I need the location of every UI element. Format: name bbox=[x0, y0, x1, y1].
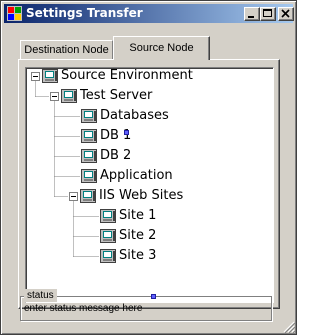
resize-grip-icon[interactable] bbox=[283, 321, 295, 333]
collapse-toggle-icon[interactable] bbox=[50, 92, 59, 101]
tree-node-label[interactable]: Test Server bbox=[80, 88, 152, 104]
focus-marker bbox=[124, 130, 129, 135]
collapse-toggle-icon[interactable] bbox=[69, 192, 78, 201]
title-bar[interactable]: Settings Transfer bbox=[4, 4, 294, 23]
computer-node-icon bbox=[100, 249, 116, 263]
minimize-button[interactable] bbox=[244, 7, 260, 21]
collapse-toggle-icon[interactable] bbox=[31, 72, 40, 81]
app-icon bbox=[7, 6, 22, 21]
maximize-button[interactable] bbox=[260, 7, 276, 21]
tree-node-label[interactable]: DB 2 bbox=[100, 148, 131, 164]
tab-destination-node[interactable]: Destination Node bbox=[20, 40, 113, 60]
computer-node-icon bbox=[100, 229, 116, 243]
computer-node-icon bbox=[80, 189, 96, 203]
tree-node-label[interactable]: Application bbox=[100, 168, 173, 184]
computer-node-icon bbox=[81, 169, 97, 183]
computer-node-icon bbox=[61, 89, 77, 103]
status-group-label: status bbox=[24, 289, 57, 302]
tree-node-label[interactable]: Site 3 bbox=[119, 248, 156, 264]
window-title: Settings Transfer bbox=[26, 6, 143, 20]
status-marker bbox=[151, 294, 156, 299]
computer-node-icon bbox=[100, 209, 116, 223]
tree-node-label[interactable]: Site 2 bbox=[119, 228, 156, 244]
computer-node-icon bbox=[81, 149, 97, 163]
tree-node-label[interactable]: Databases bbox=[100, 108, 169, 124]
computer-node-icon bbox=[81, 129, 97, 143]
computer-node-icon bbox=[81, 109, 97, 123]
tab-source-node[interactable]: Source Node bbox=[113, 36, 210, 60]
status-message: enter status message here bbox=[24, 303, 143, 314]
close-icon bbox=[281, 9, 290, 18]
close-button[interactable] bbox=[278, 7, 294, 21]
settings-transfer-window: Settings Transfer Destination Node Sourc… bbox=[0, 0, 297, 335]
maximize-icon bbox=[263, 9, 272, 17]
tree-node-label[interactable]: IIS Web Sites bbox=[99, 188, 183, 204]
computer-node-icon bbox=[42, 69, 58, 83]
tree-node-label[interactable]: Site 1 bbox=[119, 208, 156, 224]
tree-node-label[interactable]: Source Environment bbox=[61, 68, 193, 84]
minimize-icon bbox=[248, 16, 254, 18]
